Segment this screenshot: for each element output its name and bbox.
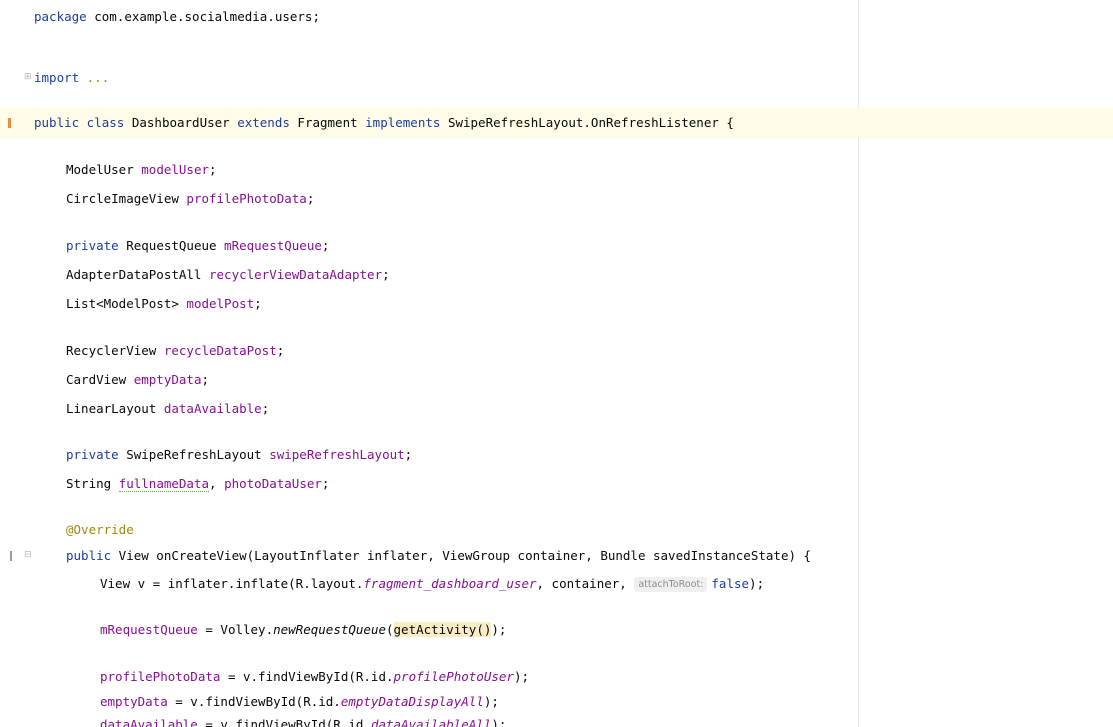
package-name: com.example.socialmedia.users; [86, 9, 320, 24]
field-name: mRequestQueue [224, 238, 322, 253]
code-line-field[interactable]: CircleImageView profilePhotoData; [0, 184, 1113, 214]
static-method: newRequestQueue [273, 622, 386, 637]
code-line-field[interactable]: RecyclerView recycleDataPost; [0, 336, 1113, 366]
punctuation: ); [483, 694, 499, 709]
field-name-typo[interactable]: fullnameData [118, 476, 209, 492]
punctuation: ; [254, 296, 262, 311]
field-name: swipeRefreshLayout [269, 447, 405, 462]
code-line-field[interactable]: CardView emptyData; [0, 365, 1113, 395]
fold-expanded-icon[interactable]: ⊟ [24, 550, 32, 560]
highlighted-usage[interactable]: getActivity() [393, 622, 492, 637]
field-name: recyclerViewDataAdapter [209, 267, 383, 282]
type-name: ModelUser [66, 162, 142, 177]
punctuation: ; [261, 401, 270, 416]
field-name: dataAvailable [100, 717, 198, 727]
punctuation: ); [513, 669, 529, 684]
punctuation: ; [276, 343, 285, 358]
keyword: public [66, 548, 112, 563]
code-text: View v = inflater.inflate(R.layout. [100, 576, 364, 591]
type-name: CardView [66, 372, 134, 387]
type-name: AdapterDataPostAll [66, 267, 209, 282]
code-line-field[interactable]: LinearLayout dataAvailable; [0, 394, 1113, 424]
field-name: modelPost [186, 296, 255, 311]
code-line-field[interactable]: AdapterDataPostAll recyclerViewDataAdapt… [0, 260, 1113, 290]
field-name: mRequestQueue [100, 622, 198, 637]
keyword: import [34, 70, 80, 85]
code-editor[interactable]: package com.example.socialmedia.users; ⊞… [0, 0, 1113, 727]
vcs-change-marker-icon[interactable] [8, 118, 11, 128]
code-line-method-declaration[interactable]: ⊟ public View onCreateView(LayoutInflate… [0, 541, 1113, 571]
field-name: modelUser [141, 162, 209, 177]
code-line-package[interactable]: package com.example.socialmedia.users; [0, 2, 1113, 32]
type-name: RecyclerView [66, 343, 164, 358]
resource-id: dataAvailableAll [370, 717, 492, 727]
keyword: extends [237, 115, 290, 130]
superclass: Fragment [289, 115, 366, 130]
punctuation: ; [201, 372, 209, 387]
resource-id: profilePhotoUser [393, 669, 514, 684]
keyword: private [66, 238, 119, 253]
keyword: public class [34, 115, 125, 130]
code-line-field[interactable]: private SwipeRefreshLayout swipeRefreshL… [0, 440, 1113, 470]
punctuation: , [209, 476, 225, 491]
code-text: = v.findViewById(R.id. [197, 717, 371, 727]
code-text: = v.findViewById(R.id. [220, 669, 394, 684]
type-name: String [66, 476, 119, 491]
code-line-statement[interactable]: View v = inflater.inflate(R.layout.fragm… [0, 569, 1113, 599]
class-name: DashboardUser [124, 115, 238, 130]
punctuation: ; [306, 191, 315, 206]
field-name: dataAvailable [163, 401, 262, 416]
annotation: @Override [66, 522, 134, 537]
punctuation: ; [321, 476, 330, 491]
collapsed-imports[interactable]: ... [79, 70, 110, 85]
type-name: List<ModelPost> [66, 296, 187, 311]
field-name: emptyData [133, 372, 202, 387]
punctuation: ; [209, 162, 217, 177]
code-line-statement[interactable]: dataAvailable = v.findViewById(R.id.data… [0, 710, 1113, 727]
punctuation: ); [749, 576, 765, 591]
code-line-statement[interactable]: mRequestQueue = Volley.newRequestQueue(g… [0, 615, 1113, 645]
field-name: photoDataUser [224, 476, 322, 491]
punctuation: ; [404, 447, 413, 462]
punctuation: ); [491, 622, 507, 637]
code-text: = Volley. [197, 622, 274, 637]
keyword: private [66, 447, 119, 462]
fold-collapsed-icon[interactable]: ⊞ [24, 72, 32, 82]
code-line-field[interactable]: List<ModelPost> modelPost; [0, 289, 1113, 319]
resource-id: emptyDataDisplayAll [340, 694, 484, 709]
parameter-hint: attachToRoot: [634, 577, 708, 592]
keyword: implements [365, 115, 441, 130]
code-text: , container, [536, 576, 635, 591]
code-line-field[interactable]: private RequestQueue mRequestQueue; [0, 231, 1113, 261]
punctuation: ; [321, 238, 330, 253]
code-line-field[interactable]: String fullnameData, photoDataUser; [0, 469, 1113, 499]
type-name: SwipeRefreshLayout [118, 447, 270, 462]
field-name: profilePhotoData [186, 191, 307, 206]
resource-id: fragment_dashboard_user [363, 576, 537, 591]
interface: SwipeRefreshLayout.OnRefreshListener { [440, 115, 734, 130]
punctuation: ); [491, 717, 507, 727]
type-name: LinearLayout [66, 401, 164, 416]
field-name: profilePhotoData [100, 669, 221, 684]
punctuation: ( [386, 622, 394, 637]
field-name: emptyData [100, 694, 168, 709]
code-text: = v.findViewById(R.id. [167, 694, 341, 709]
code-line-class-declaration[interactable]: public class DashboardUser extends Fragm… [0, 108, 1113, 138]
punctuation: ; [382, 267, 390, 282]
code-line-import[interactable]: ⊞ import ... [0, 63, 1113, 93]
method-signature: View onCreateView(LayoutInflater inflate… [111, 548, 812, 563]
override-method-icon[interactable] [10, 551, 12, 561]
type-name: CircleImageView [66, 191, 187, 206]
type-name: RequestQueue [118, 238, 225, 253]
code-line-field[interactable]: ModelUser modelUser; [0, 155, 1113, 185]
field-name: recycleDataPost [163, 343, 277, 358]
keyword: package [34, 9, 87, 24]
keyword: false [711, 576, 750, 591]
